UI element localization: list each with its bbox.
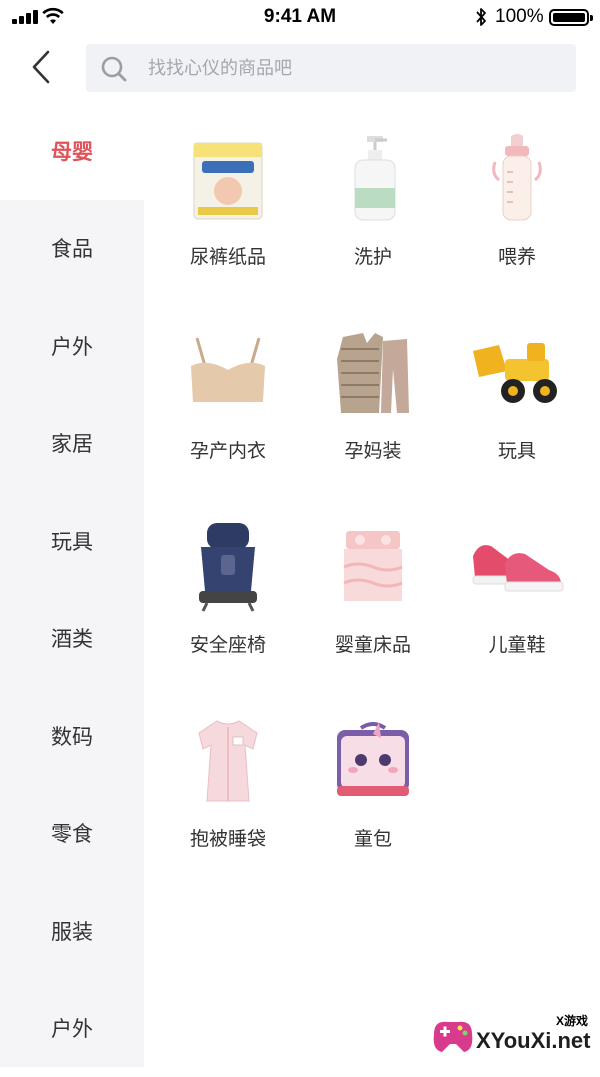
sidebar-item-outdoor-2[interactable]: 户外 bbox=[0, 980, 144, 1077]
search-input[interactable] bbox=[148, 44, 558, 92]
category-sidebar: 母婴 食品 户外 家居 玩具 酒类 数码 零食 服装 户外 bbox=[0, 102, 144, 1067]
gamepad-logo-icon bbox=[428, 1012, 478, 1062]
baby-bedding-icon bbox=[325, 518, 421, 614]
bluetooth-icon bbox=[474, 6, 488, 28]
nav-bar bbox=[0, 34, 600, 102]
sidebar-item-maternity[interactable]: 母婴 bbox=[0, 102, 144, 200]
maternity-bra-icon bbox=[180, 324, 276, 420]
sidebar-item-clothing[interactable]: 服装 bbox=[0, 882, 144, 980]
category-car-seat[interactable]: 安全座椅 bbox=[144, 518, 312, 712]
category-sleeping-bag[interactable]: 抱被睡袋 bbox=[144, 712, 312, 906]
chevron-left-icon bbox=[26, 46, 60, 88]
kids-bag-icon bbox=[325, 712, 421, 808]
category-kids-shoes[interactable]: 儿童鞋 bbox=[434, 518, 600, 712]
category-label: 抱被睡袋 bbox=[190, 824, 266, 851]
battery-percent: 100% bbox=[495, 6, 544, 28]
toy-bulldozer-icon bbox=[469, 324, 565, 420]
search-box[interactable] bbox=[86, 44, 576, 92]
search-icon bbox=[100, 55, 128, 83]
back-button[interactable] bbox=[26, 46, 60, 88]
baby-bottle-icon bbox=[469, 130, 565, 226]
sidebar-item-home[interactable]: 家居 bbox=[0, 395, 144, 493]
watermark-logo: X游戏 XYouXi.net bbox=[428, 1008, 598, 1064]
category-maternity-underwear[interactable]: 孕产内衣 bbox=[144, 324, 312, 518]
subcategory-grid: 尿裤纸品 洗护 喂养 bbox=[144, 130, 600, 906]
category-maternity-wear[interactable]: 孕妈装 bbox=[312, 324, 434, 518]
category-label: 喂养 bbox=[498, 242, 536, 269]
lotion-bottle-icon bbox=[325, 130, 421, 226]
battery-icon bbox=[549, 9, 589, 26]
category-washcare[interactable]: 洗护 bbox=[312, 130, 434, 324]
watermark-text: XYouXi.net bbox=[476, 1028, 591, 1054]
category-diapers[interactable]: 尿裤纸品 bbox=[144, 130, 312, 324]
category-kids-bag[interactable]: 童包 bbox=[312, 712, 434, 906]
category-label: 洗护 bbox=[354, 242, 392, 269]
category-label: 孕妈装 bbox=[344, 436, 401, 463]
sleeping-bag-icon bbox=[180, 712, 276, 808]
status-bar: 9:41 AM 100% bbox=[0, 0, 600, 34]
watermark-small-text: X游戏 bbox=[556, 1012, 588, 1029]
sidebar-item-liquor[interactable]: 酒类 bbox=[0, 590, 144, 688]
diaper-pack-icon bbox=[180, 130, 276, 226]
category-label: 玩具 bbox=[498, 436, 536, 463]
sidebar-item-food[interactable]: 食品 bbox=[0, 200, 144, 298]
category-baby-bedding[interactable]: 婴童床品 bbox=[312, 518, 434, 712]
category-feeding[interactable]: 喂养 bbox=[434, 130, 600, 324]
sidebar-item-snacks[interactable]: 零食 bbox=[0, 785, 144, 883]
category-label: 孕产内衣 bbox=[190, 436, 266, 463]
category-toys[interactable]: 玩具 bbox=[434, 324, 600, 518]
car-seat-icon bbox=[180, 518, 276, 614]
sidebar-item-outdoor[interactable]: 户外 bbox=[0, 297, 144, 395]
category-label: 尿裤纸品 bbox=[190, 242, 266, 269]
sidebar-item-toys[interactable]: 玩具 bbox=[0, 492, 144, 590]
category-label: 童包 bbox=[354, 824, 392, 851]
category-label: 儿童鞋 bbox=[488, 630, 545, 657]
category-label: 安全座椅 bbox=[190, 630, 266, 657]
category-label: 婴童床品 bbox=[335, 630, 411, 657]
maternity-pajamas-icon bbox=[325, 324, 421, 420]
kids-shoes-icon bbox=[469, 518, 565, 614]
sidebar-item-digital[interactable]: 数码 bbox=[0, 687, 144, 785]
